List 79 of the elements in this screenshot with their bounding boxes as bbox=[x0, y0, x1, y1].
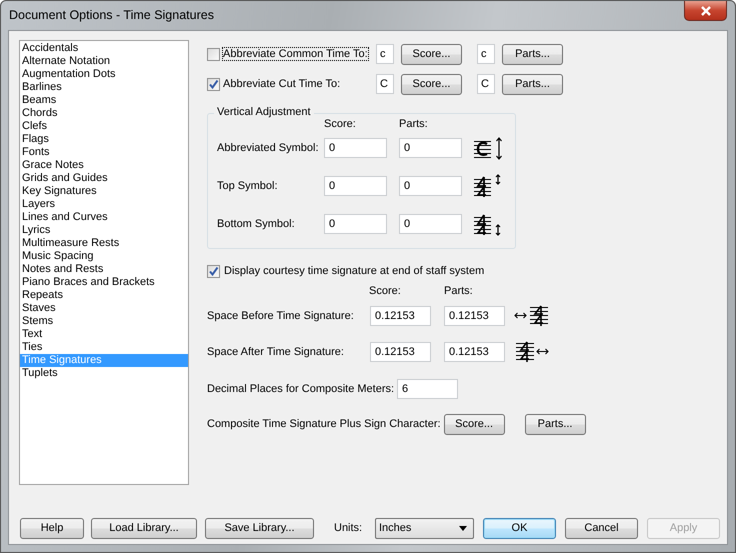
score-button[interactable]: Score... bbox=[401, 74, 462, 94]
column-header: Parts: bbox=[444, 285, 474, 299]
score-field[interactable]: 0.12153 bbox=[370, 306, 431, 326]
field-label: Bottom Symbol: bbox=[217, 218, 296, 230]
category-item[interactable]: Alternate Notation bbox=[20, 55, 188, 68]
category-item[interactable]: Clefs bbox=[20, 120, 188, 133]
category-item[interactable]: Ties bbox=[20, 341, 188, 354]
checkbox[interactable] bbox=[207, 78, 220, 90]
symbol-field[interactable]: c bbox=[376, 44, 394, 64]
score-field[interactable]: 0.12153 bbox=[370, 342, 431, 362]
field-label: Space After Time Signature: bbox=[207, 346, 345, 358]
column-header: Parts: bbox=[399, 118, 429, 132]
footer-button[interactable]: Load Library... bbox=[91, 518, 197, 538]
category-item[interactable]: Flags bbox=[20, 133, 188, 146]
dialog-button[interactable]: OK bbox=[483, 518, 556, 538]
parts-button[interactable]: Parts... bbox=[502, 44, 563, 64]
category-item[interactable]: Fonts bbox=[20, 146, 188, 159]
staff-arrow-icon bbox=[472, 135, 502, 161]
parts-field[interactable]: 0.12153 bbox=[444, 342, 505, 362]
dropdown-arrow-icon bbox=[459, 526, 467, 530]
parts-button[interactable]: Parts... bbox=[502, 74, 563, 94]
column-header: Score: bbox=[324, 118, 357, 132]
score-field[interactable]: 0 bbox=[324, 214, 387, 234]
category-item[interactable]: Music Spacing bbox=[20, 250, 188, 263]
checkbox-label[interactable]: Abbreviate Cut Time To: bbox=[222, 77, 342, 91]
field-label: Abbreviated Symbol: bbox=[217, 142, 320, 154]
parts-field[interactable]: 0.12153 bbox=[444, 306, 505, 326]
field-label: Composite Time Signature Plus Sign Character: bbox=[207, 418, 442, 430]
category-item[interactable]: Multimeasure Rests bbox=[20, 237, 188, 250]
checkbox[interactable] bbox=[207, 264, 220, 278]
symbol-field[interactable]: c bbox=[477, 44, 495, 64]
category-item[interactable]: Stems bbox=[20, 315, 188, 328]
symbol-field[interactable]: C bbox=[376, 74, 394, 94]
score-button[interactable]: Score... bbox=[444, 414, 505, 434]
parts-field[interactable]: 0 bbox=[399, 176, 462, 196]
footer-button[interactable]: Help bbox=[20, 518, 84, 538]
category-item[interactable]: Chords bbox=[20, 107, 188, 120]
score-button[interactable]: Score... bbox=[401, 44, 462, 64]
parts-field[interactable]: 0 bbox=[399, 138, 462, 158]
category-item[interactable]: Text bbox=[20, 328, 188, 341]
category-item[interactable]: Grace Notes bbox=[20, 159, 188, 172]
parts-field[interactable]: 0 bbox=[399, 214, 462, 234]
category-item[interactable]: Accidentals bbox=[20, 42, 188, 55]
field-label: Top Symbol: bbox=[217, 180, 279, 192]
staff-arrow-icon bbox=[514, 340, 550, 364]
checkbox[interactable] bbox=[207, 48, 220, 60]
field-label: Space Before Time Signature: bbox=[207, 310, 355, 322]
units-dropdown[interactable]: Inches bbox=[375, 518, 474, 538]
category-item[interactable]: Beams bbox=[20, 94, 188, 107]
category-item[interactable]: Barlines bbox=[20, 81, 188, 94]
symbol-field[interactable]: C bbox=[477, 74, 495, 94]
units-label: Units: bbox=[334, 522, 364, 534]
score-field[interactable]: 0 bbox=[324, 138, 387, 158]
parts-button[interactable]: Parts... bbox=[524, 414, 586, 434]
category-item[interactable]: Augmentation Dots bbox=[20, 68, 188, 81]
category-item[interactable]: Repeats bbox=[20, 289, 188, 302]
close-button[interactable] bbox=[684, 1, 727, 21]
group-title: Vertical Adjustment bbox=[214, 106, 314, 118]
decimal-places-field[interactable]: 6 bbox=[397, 379, 458, 399]
column-header: Score: bbox=[369, 285, 402, 299]
staff-arrow-icon bbox=[514, 304, 550, 328]
category-item[interactable]: Lyrics bbox=[20, 224, 188, 237]
window-title: Document Options - Time Signatures bbox=[9, 8, 214, 22]
close-icon bbox=[700, 6, 712, 16]
category-item[interactable]: Piano Braces and Brackets bbox=[20, 276, 188, 289]
field-label: Decimal Places for Composite Meters: bbox=[207, 383, 396, 395]
score-field[interactable]: 0 bbox=[324, 176, 387, 196]
category-item[interactable]: Staves bbox=[20, 302, 188, 315]
category-item[interactable]: Notes and Rests bbox=[20, 263, 188, 276]
dialog-button[interactable]: Cancel bbox=[565, 518, 638, 538]
category-item[interactable]: Lines and Curves bbox=[20, 211, 188, 224]
staff-arrow-icon bbox=[472, 173, 502, 199]
category-item[interactable]: Tuplets bbox=[20, 367, 188, 380]
category-item[interactable]: Grids and Guides bbox=[20, 172, 188, 185]
checkbox-label[interactable]: Display courtesy time signature at end of staff system bbox=[223, 264, 486, 278]
footer-button[interactable]: Save Library... bbox=[205, 518, 314, 538]
category-item[interactable]: Key Signatures bbox=[20, 185, 188, 198]
category-item[interactable]: Layers bbox=[20, 198, 188, 211]
checkbox-label[interactable]: Abbreviate Common Time To: bbox=[222, 47, 369, 61]
